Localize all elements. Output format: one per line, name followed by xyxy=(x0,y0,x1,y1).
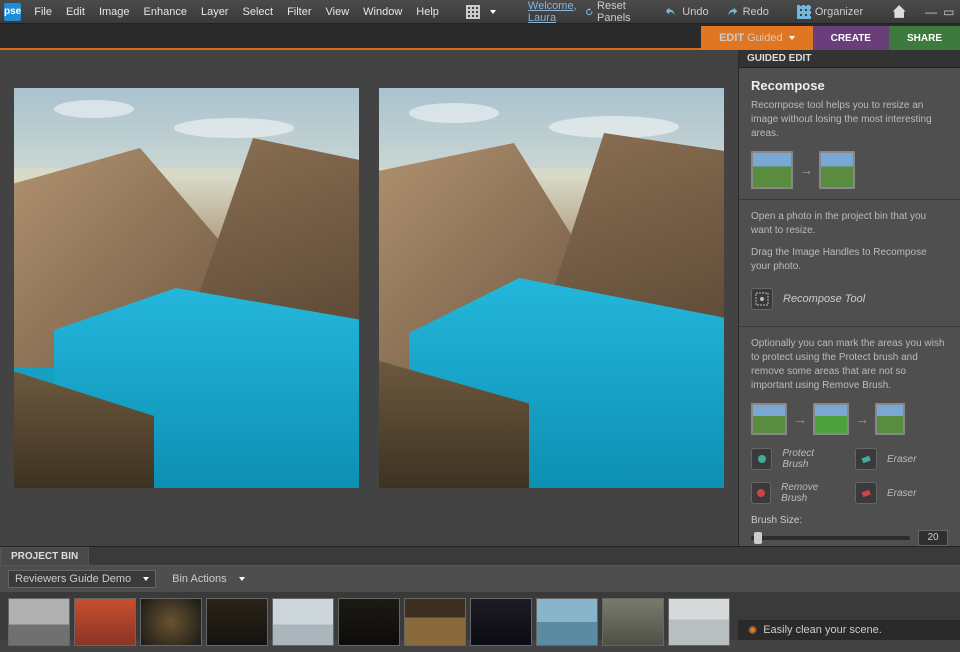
bin-thumbnail[interactable] xyxy=(470,598,532,646)
arrow-right-icon: → xyxy=(799,162,813,178)
eraser-icon xyxy=(855,482,877,504)
brush-size-slider[interactable] xyxy=(751,536,910,540)
bin-thumbnail[interactable] xyxy=(272,598,334,646)
example-thumb xyxy=(875,403,905,435)
tab-create[interactable]: CREATE xyxy=(813,26,889,50)
example-thumb xyxy=(813,403,849,435)
panel-title: Recompose xyxy=(751,78,948,93)
menu-bar: pse File Edit Image Enhance Layer Select… xyxy=(0,0,960,24)
menu-image[interactable]: Image xyxy=(92,6,137,18)
bin-thumbnail[interactable] xyxy=(668,598,730,646)
redo-icon xyxy=(725,5,739,19)
grid-icon xyxy=(466,5,480,19)
bin-thumbnail[interactable] xyxy=(74,598,136,646)
bin-actions-dropdown[interactable]: Bin Actions xyxy=(166,571,250,587)
menu-edit[interactable]: Edit xyxy=(59,6,92,18)
menu-view[interactable]: View xyxy=(319,6,357,18)
optional-text: Optionally you can mark the areas you wi… xyxy=(751,337,948,393)
protect-brush-button[interactable]: Protect Brush xyxy=(751,445,841,473)
panel-description: Recompose tool helps you to resize an im… xyxy=(751,99,948,141)
app-logo: pse xyxy=(4,3,21,21)
example-thumb xyxy=(751,403,787,435)
bin-thumbnail[interactable] xyxy=(8,598,70,646)
maximize-button[interactable]: ▭ xyxy=(943,5,954,19)
minimize-button[interactable]: — xyxy=(925,5,937,19)
remove-eraser-button[interactable]: Eraser xyxy=(855,479,945,507)
brush-size-label: Brush Size: xyxy=(751,515,948,526)
step-text: Drag the Image Handles to Recompose your… xyxy=(751,246,948,274)
chevron-down-icon xyxy=(143,577,149,581)
protect-eraser-button[interactable]: Eraser xyxy=(855,445,945,473)
remove-brush-button[interactable]: Remove Brush xyxy=(751,479,841,507)
home-icon xyxy=(891,4,907,20)
bin-thumbnail[interactable] xyxy=(536,598,598,646)
arrow-right-icon: → xyxy=(793,411,807,427)
menu-filter[interactable]: Filter xyxy=(280,6,318,18)
welcome-link[interactable]: Welcome, Laura xyxy=(528,0,577,24)
menu-layer[interactable]: Layer xyxy=(194,6,236,18)
menu-select[interactable]: Select xyxy=(235,6,280,18)
eraser-icon xyxy=(855,448,877,470)
menu-enhance[interactable]: Enhance xyxy=(137,6,194,18)
example-thumbs-2: → → xyxy=(751,403,948,435)
mode-bar: EDITGuided CREATE SHARE xyxy=(0,24,960,50)
bin-thumbnail[interactable] xyxy=(338,598,400,646)
undo-icon xyxy=(664,5,678,19)
organizer-button[interactable]: Organizer xyxy=(789,5,871,19)
status-bar: ✺ Easily clean your scene. xyxy=(738,620,960,640)
tab-edit[interactable]: EDITGuided xyxy=(701,26,813,50)
layout-dropdown[interactable] xyxy=(458,5,504,19)
canvas-area xyxy=(0,50,738,546)
redo-button[interactable]: Redo xyxy=(717,5,777,19)
panel-header: GUIDED EDIT xyxy=(739,50,960,68)
chevron-down-icon xyxy=(239,577,245,581)
tab-share[interactable]: SHARE xyxy=(889,26,960,50)
undo-button[interactable]: Undo xyxy=(656,5,716,19)
tip-icon: ✺ xyxy=(748,624,757,637)
remove-brush-icon xyxy=(751,482,771,504)
bin-thumbnail[interactable] xyxy=(206,598,268,646)
chevron-down-icon xyxy=(789,36,795,40)
step-text: Open a photo in the project bin that you… xyxy=(751,210,948,238)
recompose-tool-icon xyxy=(751,288,773,310)
before-image[interactable] xyxy=(14,88,359,488)
arrow-right-icon: → xyxy=(855,411,869,427)
home-button[interactable] xyxy=(883,4,915,20)
organizer-icon xyxy=(797,5,811,19)
example-thumb xyxy=(751,151,793,189)
example-thumb xyxy=(819,151,855,189)
bin-thumbnail[interactable] xyxy=(140,598,202,646)
bin-thumbnail[interactable] xyxy=(404,598,466,646)
menu-window[interactable]: Window xyxy=(356,6,409,18)
example-thumbs-1: → xyxy=(751,151,948,189)
project-bin-dropdown[interactable]: Reviewers Guide Demo xyxy=(8,570,156,588)
bin-thumbnail[interactable] xyxy=(602,598,664,646)
project-bin-tab[interactable]: PROJECT BIN xyxy=(0,547,89,565)
menu-help[interactable]: Help xyxy=(409,6,446,18)
guided-edit-panel: GUIDED EDIT Recompose Recompose tool hel… xyxy=(738,50,960,546)
brush-size-value[interactable]: 20 xyxy=(918,530,948,546)
status-tip: Easily clean your scene. xyxy=(763,624,882,636)
refresh-icon xyxy=(585,5,593,19)
recompose-tool-button[interactable]: Recompose Tool xyxy=(751,282,948,316)
after-image[interactable] xyxy=(379,88,724,488)
chevron-down-icon xyxy=(490,10,496,14)
reset-panels-button[interactable]: Reset Panels xyxy=(577,0,645,24)
protect-brush-icon xyxy=(751,448,772,470)
menu-file[interactable]: File xyxy=(27,6,59,18)
